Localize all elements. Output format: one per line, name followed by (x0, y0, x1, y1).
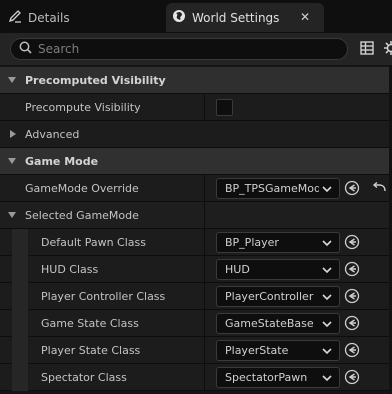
use-selected-icon[interactable] (344, 342, 360, 361)
collapse-arrow-icon[interactable] (10, 130, 16, 138)
group-selected-gamemode[interactable]: Selected GameMode (0, 202, 392, 229)
group-title: Selected GameMode (25, 209, 139, 222)
close-tab-icon[interactable]: ✕ (300, 11, 310, 23)
default-pawn-class-dropdown[interactable]: BP_Player (216, 232, 340, 253)
property-row-advanced[interactable]: Advanced (0, 121, 392, 148)
property-row-default-pawn-class: Default Pawn Class BP_Player (0, 229, 392, 256)
column-splitter[interactable] (204, 337, 205, 364)
use-selected-icon[interactable] (344, 369, 360, 388)
expand-arrow-icon[interactable] (8, 158, 16, 164)
category-precomputed-visibility[interactable]: Precomputed Visibility (0, 67, 392, 94)
dropdown-value: BP_TPSGameMode (225, 182, 319, 195)
property-label: GameMode Override (25, 182, 139, 195)
details-toolbar (0, 33, 392, 65)
indent-guide (12, 337, 29, 364)
category-title: Game Mode (25, 155, 99, 168)
table-icon[interactable] (360, 41, 374, 58)
reset-to-default-icon[interactable] (372, 181, 386, 197)
column-splitter[interactable] (204, 364, 205, 391)
property-row-game-state-class: Game State Class GameStateBase (0, 310, 392, 337)
column-splitter[interactable] (204, 202, 205, 229)
dropdown-value: PlayerState (225, 344, 289, 357)
chevron-down-icon (322, 292, 332, 305)
player-controller-class-dropdown[interactable]: PlayerController (216, 286, 340, 307)
dropdown-value: BP_Player (225, 236, 279, 249)
property-label: Spectator Class (41, 371, 127, 384)
dropdown-value: SpectatorPawn (225, 371, 308, 384)
chevron-down-icon (322, 319, 332, 332)
tab-world-settings-label: World Settings (192, 10, 280, 25)
chevron-down-icon (322, 346, 332, 359)
tab-details-label: Details (28, 10, 70, 25)
tab-bar: Details World Settings ✕ (0, 0, 392, 33)
spectator-class-dropdown[interactable]: SpectatorPawn (216, 367, 340, 388)
expand-arrow-icon[interactable] (8, 77, 16, 83)
details-property-list: Precomputed Visibility Precompute Visibi… (0, 67, 392, 391)
dropdown-value: PlayerController (225, 290, 314, 303)
precompute-visibility-checkbox[interactable] (216, 99, 233, 116)
column-splitter[interactable] (204, 256, 205, 283)
property-label: Game State Class (41, 317, 139, 330)
indent-guide (12, 310, 29, 337)
search-input[interactable] (38, 42, 318, 56)
tab-details[interactable]: Details (0, 3, 160, 32)
chevron-down-icon (322, 373, 332, 386)
property-row-spectator-class: Spectator Class SpectatorPawn (0, 364, 392, 391)
use-selected-icon[interactable] (344, 288, 360, 307)
search-icon (19, 41, 32, 57)
indent-guide (12, 283, 29, 310)
indent-guide (12, 229, 29, 256)
property-row-player-controller-class: Player Controller Class PlayerController (0, 283, 392, 310)
tab-world-settings[interactable]: World Settings ✕ (166, 3, 324, 32)
indent-guide (12, 256, 29, 283)
chevron-down-icon (322, 184, 332, 197)
property-row-hud-class: HUD Class HUD (0, 256, 392, 283)
game-state-class-dropdown[interactable]: GameStateBase (216, 313, 340, 334)
property-label: Default Pawn Class (41, 236, 146, 249)
column-splitter[interactable] (204, 175, 205, 202)
use-selected-icon[interactable] (344, 180, 360, 199)
chevron-down-icon (322, 238, 332, 251)
pencil-icon (8, 9, 22, 26)
gear-icon[interactable] (384, 41, 392, 58)
search-box[interactable] (10, 38, 348, 60)
use-selected-icon[interactable] (344, 261, 360, 280)
globe-icon (172, 9, 186, 26)
chevron-down-icon (322, 265, 332, 278)
column-splitter[interactable] (204, 283, 205, 310)
dropdown-value: HUD (225, 263, 250, 276)
dropdown-value: GameStateBase (225, 317, 314, 330)
property-label: HUD Class (41, 263, 99, 276)
property-label: Advanced (25, 128, 80, 141)
property-row-gamemode-override: GameMode Override BP_TPSGameMode (0, 175, 392, 202)
property-row-player-state-class: Player State Class PlayerState (0, 337, 392, 364)
player-state-class-dropdown[interactable]: PlayerState (216, 340, 340, 361)
use-selected-icon[interactable] (344, 315, 360, 334)
property-label: Player State Class (41, 344, 141, 357)
column-splitter[interactable] (204, 94, 205, 121)
column-splitter[interactable] (204, 229, 205, 256)
indent-guide (12, 364, 29, 391)
property-label: Precompute Visibility (25, 101, 141, 114)
gamemode-override-dropdown[interactable]: BP_TPSGameMode (216, 178, 340, 199)
hud-class-dropdown[interactable]: HUD (216, 259, 340, 280)
column-splitter[interactable] (204, 310, 205, 337)
property-label: Player Controller Class (41, 290, 166, 303)
category-game-mode[interactable]: Game Mode (0, 148, 392, 175)
use-selected-icon[interactable] (344, 234, 360, 253)
property-row-precompute-visibility: Precompute Visibility (0, 94, 392, 121)
category-title: Precomputed Visibility (25, 74, 166, 87)
expand-arrow-icon[interactable] (8, 212, 16, 218)
